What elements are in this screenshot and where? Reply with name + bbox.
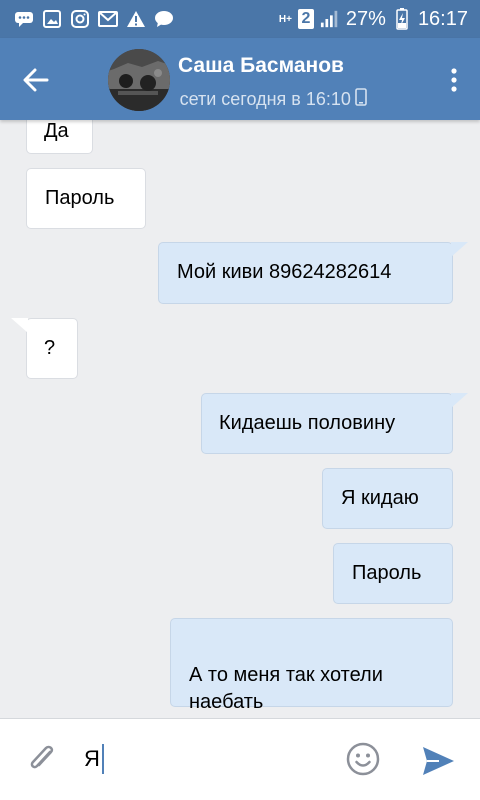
send-button[interactable] [418, 741, 458, 781]
message-text: Кидаешь половину [219, 412, 396, 434]
attach-button[interactable] [22, 739, 62, 779]
sim-badge: 2 [297, 9, 314, 29]
arrow-left-icon [23, 68, 49, 92]
emoji-button[interactable] [343, 739, 383, 779]
message-incoming[interactable]: Да [26, 120, 93, 154]
avatar-photo [108, 49, 170, 111]
message-text: Пароль [352, 562, 422, 584]
message-outgoing[interactable]: А то меня так хотели наебать [170, 618, 453, 713]
battery-charging-icon [392, 8, 412, 30]
paperclip-icon [30, 745, 54, 769]
message-outgoing[interactable]: Я кидаю [322, 468, 453, 529]
chat-icon [14, 9, 34, 29]
message-text: Мой киви 89624282614 [177, 261, 392, 283]
more-menu-button[interactable] [442, 60, 466, 100]
clock: 16:17 [417, 7, 468, 30]
back-button[interactable] [14, 58, 58, 102]
send-icon [423, 747, 454, 775]
notification-icons [14, 8, 174, 30]
message-outgoing[interactable]: Кидаешь половину [201, 393, 453, 454]
message-text: Я кидаю [341, 487, 419, 509]
message-list[interactable]: Да Пароль Мой киви 89624282614 ? Кидаешь… [0, 120, 480, 718]
battery-percent: 27% [345, 7, 386, 30]
instagram-icon [70, 9, 90, 29]
message-outgoing[interactable]: Пароль [333, 543, 453, 604]
last-seen-text: в сети сегодня в 16:10 [178, 89, 351, 109]
message-icon [154, 9, 174, 29]
message-text: Да [44, 120, 69, 142]
alert-icon [126, 9, 146, 29]
bubble-tail [451, 242, 468, 257]
bubble-tail [11, 318, 28, 333]
smiley-icon [346, 742, 380, 776]
more-vertical-icon [451, 68, 457, 92]
message-input-value: Я [84, 746, 100, 771]
text-caret [101, 744, 104, 774]
image-icon [42, 9, 62, 29]
mail-icon [98, 9, 118, 29]
phone-icon [355, 88, 367, 111]
message-outgoing[interactable]: Мой киви 89624282614 [158, 242, 453, 304]
signal-icon [320, 9, 340, 29]
contact-name[interactable]: Саша Басманов [178, 54, 344, 78]
avatar[interactable] [108, 49, 170, 111]
message-incoming[interactable]: ? [26, 318, 78, 379]
chat-header: Саша Басманов в сети сегодня в 16:10 [0, 38, 480, 120]
bubble-tail [451, 393, 468, 408]
contact-status: в сети сегодня в 16:10 [178, 88, 388, 112]
status-bar: H+ 2 27% 16:17 [0, 0, 480, 38]
message-input[interactable]: Я [84, 739, 328, 779]
message-incoming[interactable]: Пароль [26, 168, 146, 229]
network-type: H+ [278, 13, 292, 25]
message-composer: Я [0, 718, 480, 800]
message-text: Пароль [45, 187, 115, 209]
message-text: ? [44, 337, 56, 359]
message-text: А то меня так хотели наебать [189, 664, 383, 713]
system-status: H+ 2 27% 16:17 [279, 6, 468, 32]
